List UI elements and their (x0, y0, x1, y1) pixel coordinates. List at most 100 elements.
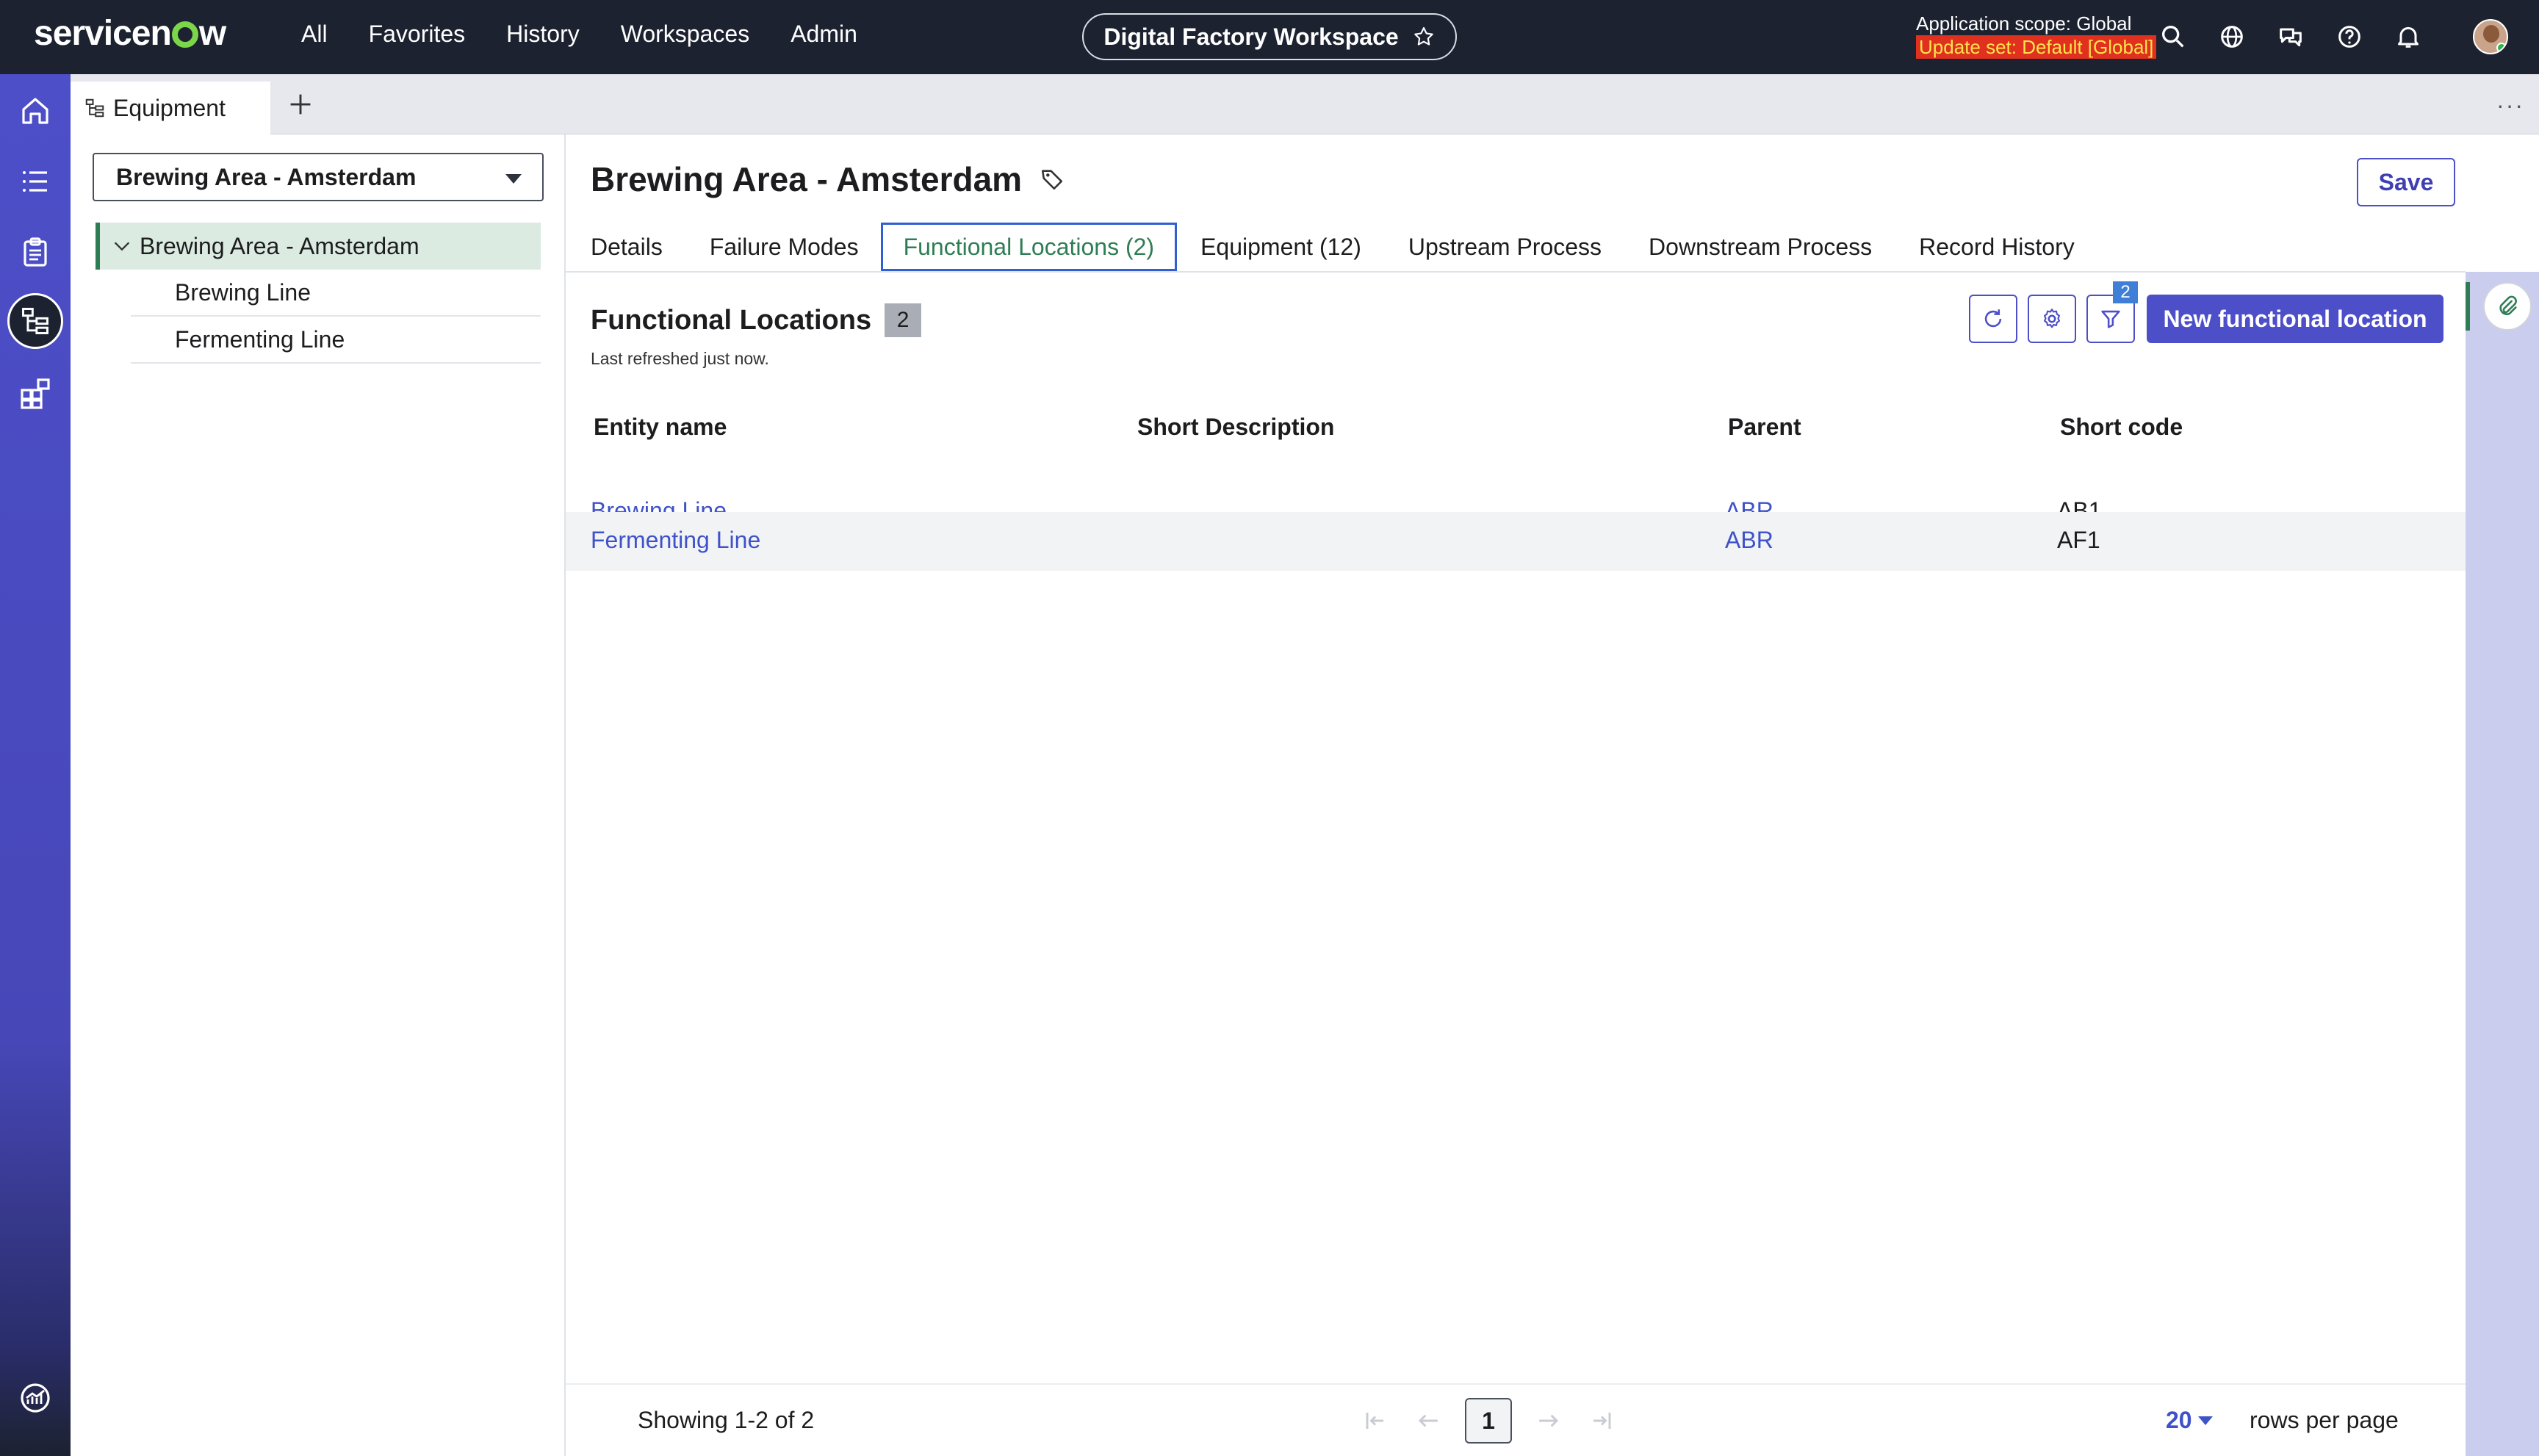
add-tab-icon[interactable] (284, 87, 317, 121)
logo-text-end: w (198, 14, 226, 53)
column-parent[interactable]: Parent (1728, 414, 1801, 441)
tab-functional-locations[interactable]: Functional Locations (2) (880, 223, 1178, 271)
rows-per-page-label: rows per page (2250, 1407, 2399, 1433)
record-header: Brewing Area - Amsterdam (591, 159, 1065, 199)
tab-record-history[interactable]: Record History (1919, 223, 2075, 271)
right-rail-top (2466, 134, 2539, 272)
nav-favorites[interactable]: Favorites (369, 21, 466, 48)
application-scope: Application scope: Global (1916, 12, 2132, 35)
update-set: Update set: Default [Global] (1916, 35, 2157, 59)
previous-page-icon[interactable] (1412, 1405, 1444, 1437)
workspace-title: Digital Factory Workspace (1103, 23, 1399, 50)
filter-count-badge: 2 (2113, 281, 2138, 303)
save-button[interactable]: Save (2357, 158, 2455, 206)
chevron-down-icon (505, 174, 522, 184)
list-footer: Showing 1-2 of 2 1 20 rows per page (566, 1383, 2466, 1456)
home-icon[interactable] (18, 93, 53, 129)
workspace-title-pill[interactable]: Digital Factory Workspace (1082, 13, 1457, 60)
tab-equipment[interactable]: Equipment (12) (1200, 223, 1361, 271)
tab-downstream-process[interactable]: Downstream Process (1649, 223, 1872, 271)
bell-icon[interactable] (2394, 22, 2423, 51)
nav-admin[interactable]: Admin (790, 21, 857, 48)
right-context-rail (2466, 272, 2539, 1456)
column-short-description[interactable]: Short Description (1137, 414, 1334, 441)
record-view: Brewing Area - Amsterdam Save ··· Detail… (566, 134, 2515, 1456)
hierarchy-selector-value: Brewing Area - Amsterdam (116, 163, 417, 190)
last-refreshed-text: Last refreshed just now. (591, 349, 769, 368)
new-functional-location-button[interactable]: New functional location (2147, 295, 2443, 343)
page-title: Brewing Area - Amsterdam (591, 160, 1023, 198)
tree-node-fermenting-line[interactable]: Fermenting Line (131, 317, 541, 364)
record-tabs: Details Failure Modes Functional Locatio… (591, 223, 2122, 271)
tab-equipment-label: Equipment (113, 94, 226, 121)
tab-details[interactable]: Details (591, 223, 663, 271)
left-nav-rail (0, 74, 71, 1456)
next-page-icon[interactable] (1533, 1405, 1565, 1437)
chat-icon[interactable] (2276, 22, 2305, 51)
gear-icon (2044, 309, 2060, 328)
nav-history[interactable]: History (506, 21, 580, 48)
list-title: Functional Locations (591, 304, 872, 336)
more-options-icon[interactable]: ··· (2496, 92, 2524, 119)
filter-icon (2101, 310, 2120, 328)
tab-equipment[interactable]: Equipment (71, 82, 270, 134)
table-header: Entity name Short Description Parent Sho… (566, 399, 2466, 458)
help-icon[interactable] (2335, 22, 2364, 51)
column-short-code[interactable]: Short code (2060, 414, 2183, 441)
hierarchy-icon (85, 98, 104, 118)
tree-node-label: Fermenting Line (175, 325, 345, 353)
last-page-icon[interactable] (1585, 1405, 1618, 1437)
top-nav: All Favorites History Workspaces Admin (301, 21, 857, 48)
tree-node-brewing-line[interactable]: Brewing Line (131, 270, 541, 317)
pagination: 1 (1359, 1398, 1618, 1444)
logo-o-mark (171, 21, 198, 48)
servicenow-logo[interactable]: servicen w (34, 13, 226, 54)
nav-workspaces[interactable]: Workspaces (621, 21, 749, 48)
refresh-button[interactable] (1969, 295, 2017, 343)
short-code-cell: AF1 (2057, 527, 2100, 553)
refresh-icon (1984, 309, 2002, 328)
column-entity-name[interactable]: Entity name (594, 414, 727, 441)
top-bar: servicen w All Favorites History Workspac… (0, 0, 2539, 74)
clipboard-icon[interactable] (18, 234, 53, 270)
hierarchy-icon[interactable] (7, 293, 63, 349)
list-header: Functional Locations 2 (591, 303, 922, 337)
showing-range-text: Showing 1-2 of 2 (638, 1407, 815, 1433)
rows-per-page-value: 20 (2166, 1407, 2192, 1433)
analytics-icon[interactable] (18, 1380, 53, 1416)
hierarchy-panel: Brewing Area - Amsterdam Brewing Area - … (71, 134, 566, 1456)
chevron-down-icon (2197, 1416, 2213, 1425)
tree-node-root-label: Brewing Area - Amsterdam (140, 232, 419, 259)
entity-name-link[interactable]: Fermenting Line (591, 527, 760, 554)
parent-link[interactable]: ABR (1725, 527, 1773, 554)
tab-divider (566, 271, 2466, 273)
add-widget-icon[interactable] (18, 375, 53, 411)
workspace-tab-strip: Equipment ··· (71, 74, 2539, 134)
tab-failure-modes[interactable]: Failure Modes (710, 223, 859, 271)
tree-node-root[interactable]: Brewing Area - Amsterdam (96, 223, 541, 270)
globe-icon[interactable] (2217, 22, 2247, 51)
user-avatar[interactable] (2473, 19, 2508, 54)
tree-node-label: Brewing Line (175, 278, 311, 306)
nav-all[interactable]: All (301, 21, 328, 48)
presence-indicator (2496, 43, 2507, 53)
current-page-button[interactable]: 1 (1465, 1398, 1512, 1444)
first-page-icon[interactable] (1359, 1405, 1391, 1437)
tag-icon[interactable] (1040, 167, 1065, 192)
search-icon[interactable] (2158, 22, 2188, 51)
star-icon[interactable] (1412, 25, 1436, 48)
settings-button[interactable] (2028, 295, 2076, 343)
scope-info[interactable]: Application scope: Global Update set: De… (1916, 12, 2157, 59)
chevron-down-icon[interactable] (112, 237, 132, 255)
tab-upstream-process[interactable]: Upstream Process (1408, 223, 1602, 271)
hierarchy-selector[interactable]: Brewing Area - Amsterdam (93, 153, 544, 201)
attachment-button[interactable] (2483, 282, 2532, 331)
list-count-badge: 2 (885, 303, 922, 337)
logo-text-start: servicen (34, 14, 172, 53)
top-icons (2158, 22, 2423, 51)
attachment-indicator (2466, 282, 2470, 331)
list-icon[interactable] (18, 164, 53, 199)
rows-per-page-select[interactable]: 20 (2166, 1407, 2213, 1434)
table-row[interactable]: Fermenting Line ABR AF1 (566, 512, 2466, 571)
paperclip-icon (2499, 295, 2517, 315)
